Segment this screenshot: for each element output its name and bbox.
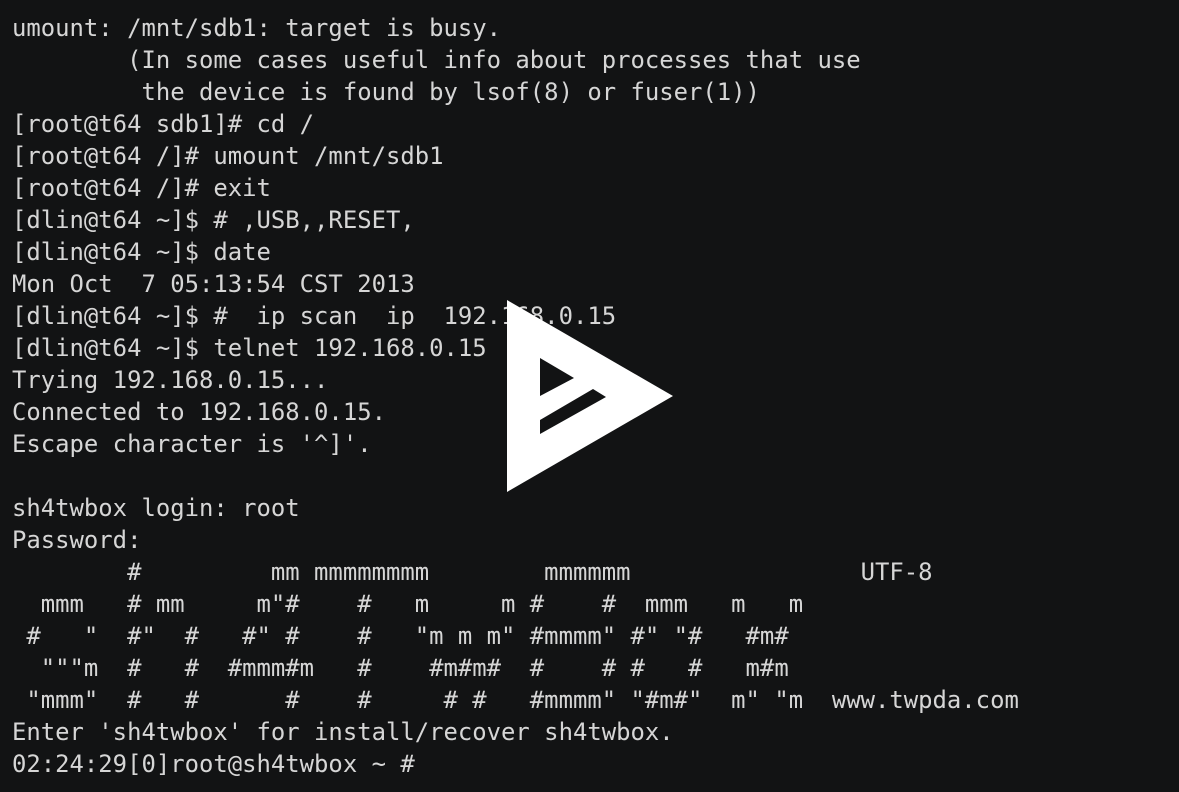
asciinema-play-icon	[507, 300, 673, 492]
terminal-line: # " #" # #" # # "m m m" #mmmm" #" "# #m#	[12, 622, 789, 650]
terminal-line: """m # # #mmm#m # #m#m# # # # # m#m	[12, 654, 789, 682]
terminal-line: [dlin@t64 ~]$ # ,USB,,RESET,	[12, 206, 415, 234]
terminal-line: the device is found by lsof(8) or fuser(…	[12, 78, 760, 106]
terminal-line: [root@t64 sdb1]# cd /	[12, 110, 315, 138]
play-button[interactable]	[507, 300, 673, 492]
terminal-line: [root@t64 /]# exit	[12, 174, 271, 202]
terminal-line: Enter 'sh4twbox' for install/recover sh4…	[12, 718, 674, 746]
terminal-line: sh4twbox login: root	[12, 494, 300, 522]
terminal-line: Mon Oct 7 05:13:54 CST 2013	[12, 270, 415, 298]
terminal-line: mmm # mm m"# # m m # # mmm m m	[12, 590, 804, 618]
terminal-line: umount: /mnt/sdb1: target is busy.	[12, 14, 502, 42]
terminal-line: (In some cases useful info about process…	[12, 46, 861, 74]
terminal-line: 02:24:29[0]root@sh4twbox ~ #	[12, 750, 415, 778]
terminal-line: [root@t64 /]# umount /mnt/sdb1	[12, 142, 444, 170]
terminal-line: # mm mmmmmmmm mmmmmm UTF-8	[12, 558, 933, 586]
terminal-line: Password:	[12, 526, 142, 554]
terminal-line: "mmm" # # # # # # #mmmm" "#m#" m" "m www…	[12, 686, 1019, 714]
terminal-line: [dlin@t64 ~]$ date	[12, 238, 271, 266]
terminal-window[interactable]: umount: /mnt/sdb1: target is busy. (In s…	[0, 0, 1179, 792]
